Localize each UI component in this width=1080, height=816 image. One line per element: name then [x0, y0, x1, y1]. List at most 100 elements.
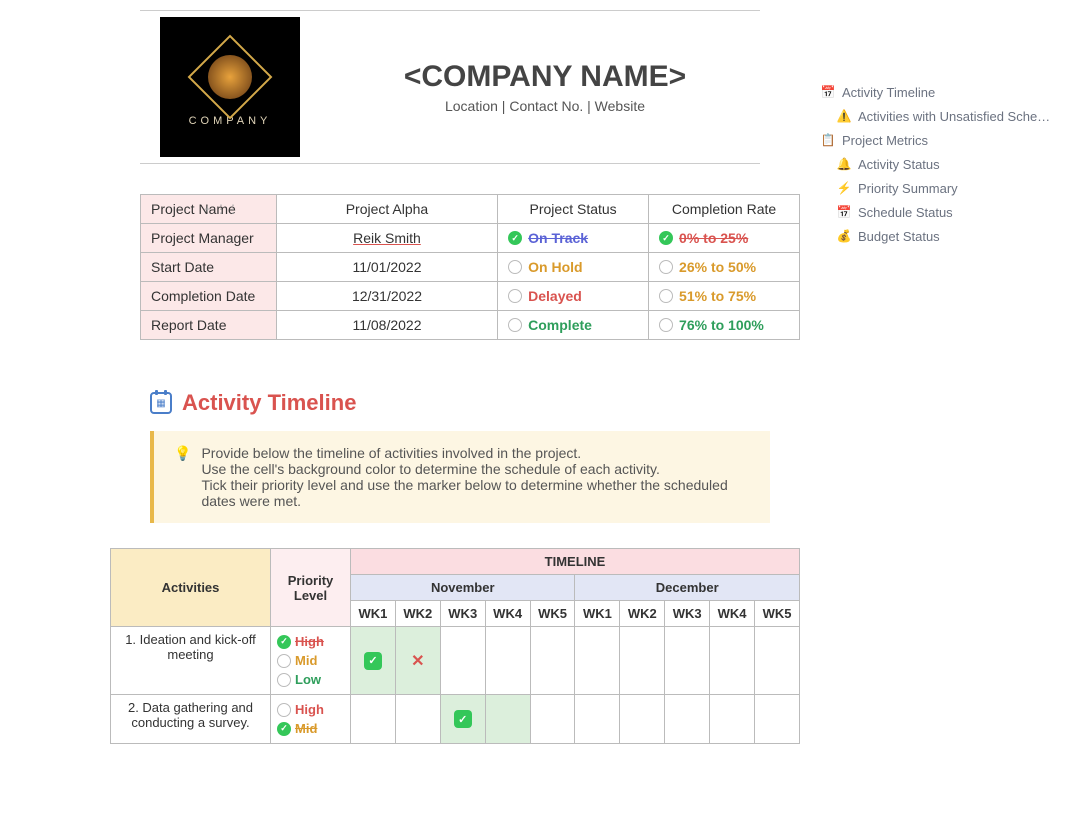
activities-header: Activities: [111, 549, 271, 627]
document-main: COMPANY <COMPANY NAME> Location | Contac…: [0, 0, 800, 744]
timeline-header: TIMELINE: [351, 549, 800, 575]
sidebar-item[interactable]: ⚠️Activities with Unsatisfied Sche…: [820, 104, 1050, 128]
option-row[interactable]: 26% to 50%: [659, 259, 789, 275]
option-row[interactable]: On Hold: [508, 259, 638, 275]
sidebar-item[interactable]: 📅Activity Timeline: [820, 80, 1050, 104]
radio-icon[interactable]: ✓: [508, 231, 522, 245]
option-row[interactable]: 51% to 75%: [659, 288, 789, 304]
priority-option[interactable]: Mid: [277, 651, 344, 670]
timeline-cell[interactable]: [440, 627, 485, 695]
status-cell[interactable]: ✓ On Track: [498, 224, 649, 253]
timeline-cell[interactable]: [530, 627, 575, 695]
sidebar-item[interactable]: 📋Project Metrics: [820, 128, 1050, 152]
plus-icon[interactable]: +: [204, 202, 211, 216]
check-mark-icon[interactable]: ✓: [364, 652, 382, 670]
rate-cell[interactable]: 51% to 75%: [649, 282, 800, 311]
sidebar-item-icon: 📅: [836, 204, 852, 220]
option-label: On Track: [528, 230, 588, 246]
timeline-cell[interactable]: [710, 695, 755, 744]
radio-icon[interactable]: [659, 318, 673, 332]
timeline-cell[interactable]: [575, 695, 620, 744]
status-cell[interactable]: Delayed: [498, 282, 649, 311]
sidebar-item[interactable]: 💰Budget Status: [820, 224, 1050, 248]
radio-icon[interactable]: [277, 673, 291, 687]
option-row[interactable]: ✓ 0% to 25%: [659, 230, 789, 246]
rate-cell[interactable]: 76% to 100%: [649, 311, 800, 340]
radio-icon[interactable]: ✓: [659, 231, 673, 245]
info-value[interactable]: Reik Smith: [276, 224, 497, 253]
sidebar-item-label: Activity Timeline: [842, 85, 935, 100]
callout-line: Provide below the timeline of activities…: [201, 445, 750, 461]
status-cell[interactable]: Complete: [498, 311, 649, 340]
company-subtitle[interactable]: Location | Contact No. | Website: [330, 98, 760, 114]
priority-option[interactable]: ✓ High: [277, 632, 344, 651]
radio-icon[interactable]: [508, 289, 522, 303]
info-value[interactable]: Project Alpha: [276, 195, 497, 224]
timeline-cell[interactable]: [575, 627, 620, 695]
timeline-cell[interactable]: ✕: [395, 627, 440, 695]
timeline-cell[interactable]: ✓: [351, 627, 396, 695]
rate-cell[interactable]: 26% to 50%: [649, 253, 800, 282]
info-value[interactable]: 11/08/2022: [276, 311, 497, 340]
timeline-cell[interactable]: [530, 695, 575, 744]
week-header: WK1: [351, 601, 396, 627]
timeline-cell[interactable]: [755, 627, 800, 695]
x-mark-icon[interactable]: ✕: [409, 652, 427, 670]
priority-option[interactable]: ✓ Mid: [277, 719, 344, 738]
timeline-cell[interactable]: [665, 695, 710, 744]
timeline-cell[interactable]: [620, 627, 665, 695]
timeline-table[interactable]: Activities Priority Level TIMELINENovemb…: [110, 548, 800, 744]
week-header: WK4: [710, 601, 755, 627]
block-drag-handle[interactable]: + ⋮⋮: [204, 202, 239, 216]
activity-name[interactable]: 1. Ideation and kick-off meeting: [111, 627, 271, 695]
activity-name[interactable]: 2. Data gathering and conducting a surve…: [111, 695, 271, 744]
sidebar-item-icon: 💰: [836, 228, 852, 244]
radio-icon[interactable]: [277, 654, 291, 668]
option-row[interactable]: Complete: [508, 317, 638, 333]
timeline-cell[interactable]: ✓: [440, 695, 485, 744]
status-cell[interactable]: On Hold: [498, 253, 649, 282]
radio-icon[interactable]: [277, 703, 291, 717]
project-info-block: + ⋮⋮ Project Name Project Alpha Project …: [100, 164, 800, 340]
rate-cell[interactable]: ✓ 0% to 25%: [649, 224, 800, 253]
radio-icon[interactable]: [659, 289, 673, 303]
sidebar-item-label: Priority Summary: [858, 181, 958, 196]
priority-cell[interactable]: High ✓ Mid: [271, 695, 351, 744]
priority-cell[interactable]: ✓ High Mid Low: [271, 627, 351, 695]
timeline-cell[interactable]: [395, 695, 440, 744]
info-label: Report Date: [141, 311, 277, 340]
sidebar-item-label: Activities with Unsatisfied Sche…: [858, 109, 1050, 124]
month-header: December: [575, 575, 800, 601]
company-name-title[interactable]: <COMPANY NAME>: [330, 60, 760, 94]
option-row[interactable]: 76% to 100%: [659, 317, 789, 333]
timeline-cell[interactable]: [620, 695, 665, 744]
sidebar-item[interactable]: 🔔Activity Status: [820, 152, 1050, 176]
option-row[interactable]: ✓ On Track: [508, 230, 638, 246]
sidebar-item[interactable]: 📅Schedule Status: [820, 200, 1050, 224]
info-label: Completion Date: [141, 282, 277, 311]
radio-icon[interactable]: ✓: [277, 635, 291, 649]
drag-icon[interactable]: ⋮⋮: [215, 202, 239, 216]
radio-icon[interactable]: [508, 260, 522, 274]
timeline-cell[interactable]: [485, 627, 530, 695]
radio-icon[interactable]: ✓: [277, 722, 291, 736]
info-value[interactable]: 12/31/2022: [276, 282, 497, 311]
sidebar-item[interactable]: ⚡Priority Summary: [820, 176, 1050, 200]
lightbulb-icon: 💡: [174, 445, 191, 509]
timeline-cell[interactable]: [351, 695, 396, 744]
timeline-cell[interactable]: [755, 695, 800, 744]
info-value[interactable]: 11/01/2022: [276, 253, 497, 282]
radio-icon[interactable]: [659, 260, 673, 274]
check-mark-icon[interactable]: ✓: [454, 710, 472, 728]
priority-option[interactable]: High: [277, 700, 344, 719]
calendar-icon: ▦: [150, 392, 172, 414]
priority-option[interactable]: Low: [277, 670, 344, 689]
radio-icon[interactable]: [508, 318, 522, 332]
option-row[interactable]: Delayed: [508, 288, 638, 304]
timeline-cell[interactable]: [485, 695, 530, 744]
option-label: 0% to 25%: [679, 230, 748, 246]
timeline-cell[interactable]: [710, 627, 755, 695]
priority-label: Mid: [295, 721, 317, 736]
timeline-cell[interactable]: [665, 627, 710, 695]
info-label: Project Manager: [141, 224, 277, 253]
